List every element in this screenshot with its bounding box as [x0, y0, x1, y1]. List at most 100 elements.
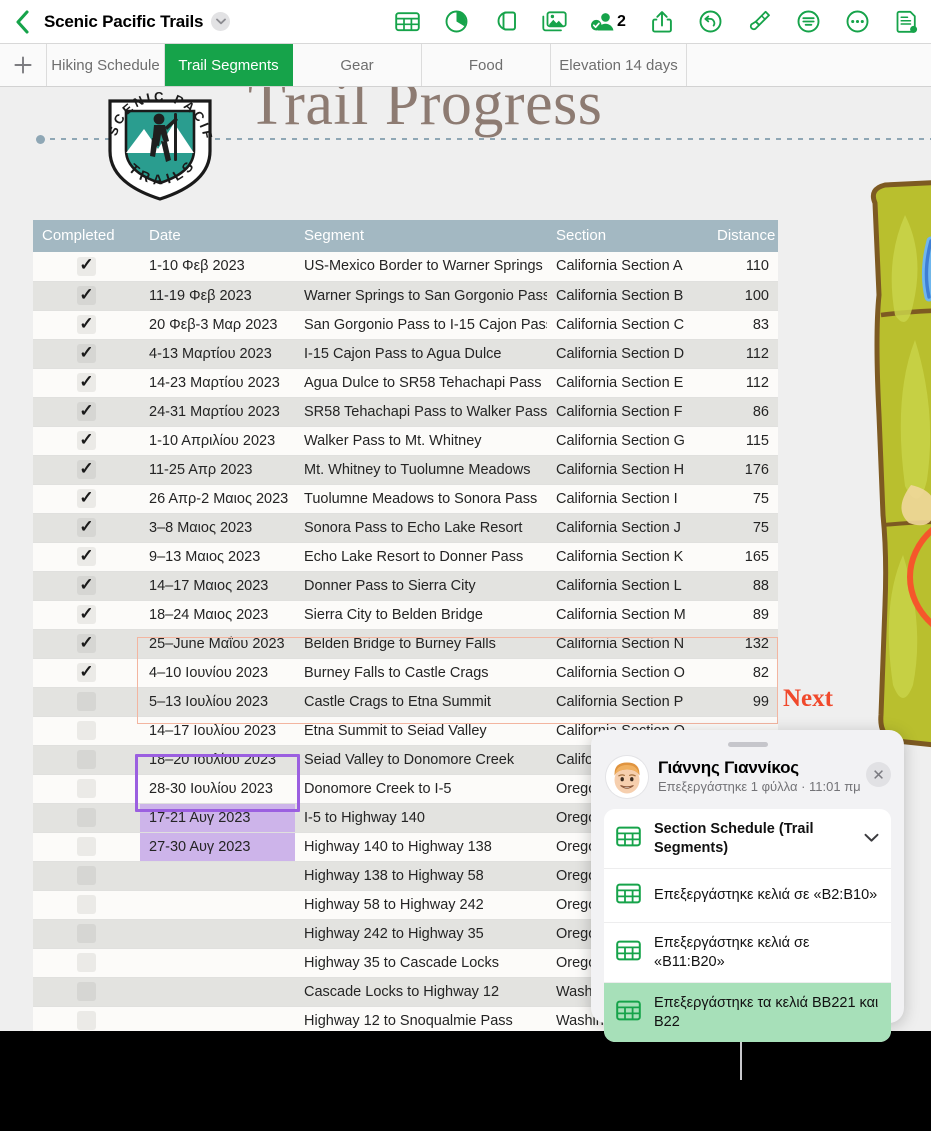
cell-section[interactable]: California Section L	[547, 571, 708, 601]
cell-distance[interactable]: 176	[708, 455, 778, 485]
cell-segment[interactable]: Tuolumne Meadows to Sonora Pass	[295, 484, 547, 514]
column-header-completed[interactable]: Completed	[33, 220, 140, 252]
share-button[interactable]	[637, 0, 686, 44]
cell-completed[interactable]	[33, 281, 140, 311]
table-row[interactable]: 14-23 Μαρτίου 2023Agua Dulce to SR58 Teh…	[33, 368, 778, 398]
cell-completed[interactable]	[33, 774, 140, 804]
cell-segment[interactable]: Highway 12 to Snoqualmie Pass	[295, 1006, 547, 1031]
checkbox-unchecked-icon[interactable]	[77, 924, 96, 943]
checkbox-checked-icon[interactable]	[77, 518, 96, 537]
activity-list-item[interactable]: Επεξεργάστηκε κελιά σε «B11:B20»	[604, 922, 891, 982]
cell-completed[interactable]	[33, 600, 140, 630]
cell-date[interactable]: 14–17 Μαιος 2023	[140, 571, 295, 601]
checkbox-unchecked-icon[interactable]	[77, 808, 96, 827]
activity-list-item[interactable]: Επεξεργάστηκε τα κελιά BB221 και B22	[604, 982, 891, 1043]
cell-distance[interactable]: 89	[708, 600, 778, 630]
cell-segment[interactable]: Belden Bridge to Burney Falls	[295, 629, 547, 659]
cell-segment[interactable]: Highway 242 to Highway 35	[295, 919, 547, 949]
cell-date[interactable]: 20 Φεβ-3 Μαρ 2023	[140, 310, 295, 340]
cell-completed[interactable]	[33, 252, 140, 282]
cell-segment[interactable]: Cascade Locks to Highway 12	[295, 977, 547, 1007]
checkbox-checked-icon[interactable]	[77, 634, 96, 653]
insert-shape-button[interactable]	[481, 0, 530, 44]
checkbox-unchecked-icon[interactable]	[77, 721, 96, 740]
tab-elevation-14-days[interactable]: Elevation 14 days	[551, 44, 687, 86]
tab-food[interactable]: Food	[422, 44, 551, 86]
scenic-pacific-trails-logo[interactable]: SCENIC PACIFIC TRAILS	[90, 87, 224, 203]
cell-date[interactable]	[140, 977, 295, 1007]
cell-segment[interactable]: Etna Summit to Seiad Valley	[295, 716, 547, 746]
cell-distance[interactable]: 75	[708, 513, 778, 543]
cell-completed[interactable]	[33, 803, 140, 833]
column-header-segment[interactable]: Segment	[295, 220, 547, 252]
cell-distance[interactable]: 88	[708, 571, 778, 601]
checkbox-checked-icon[interactable]	[77, 489, 96, 508]
cell-date[interactable]: 17-21 Αυγ 2023	[140, 803, 295, 833]
checkbox-checked-icon[interactable]	[77, 373, 96, 392]
cell-completed[interactable]	[33, 745, 140, 775]
cell-date[interactable]: 1-10 Απριλίου 2023	[140, 426, 295, 456]
collaborate-button[interactable]: 2	[579, 0, 637, 44]
cell-completed[interactable]	[33, 542, 140, 572]
cell-date[interactable]: 14-23 Μαρτίου 2023	[140, 368, 295, 398]
format-button[interactable]	[735, 0, 784, 44]
table-row[interactable]: 24-31 Μαρτίου 2023SR58 Tehachapi Pass to…	[33, 397, 778, 427]
cell-segment[interactable]: Echo Lake Resort to Donner Pass	[295, 542, 547, 572]
cell-completed[interactable]	[33, 426, 140, 456]
cell-completed[interactable]	[33, 832, 140, 862]
cell-segment[interactable]: Warner Springs to San Gorgonio Pass	[295, 281, 547, 311]
cell-date[interactable]: 4–10 Ιουνίου 2023	[140, 658, 295, 688]
cell-segment[interactable]: Sonora Pass to Echo Lake Resort	[295, 513, 547, 543]
cell-date[interactable]: 4-13 Μαρτίου 2023	[140, 339, 295, 369]
cell-section[interactable]: California Section O	[547, 658, 708, 688]
cell-segment[interactable]: Highway 138 to Highway 58	[295, 861, 547, 891]
insert-media-button[interactable]	[530, 0, 579, 44]
cell-completed[interactable]	[33, 484, 140, 514]
table-row[interactable]: 4–10 Ιουνίου 2023Burney Falls to Castle …	[33, 658, 778, 688]
cell-distance[interactable]: 83	[708, 310, 778, 340]
checkbox-unchecked-icon[interactable]	[77, 779, 96, 798]
document-options-button[interactable]	[882, 0, 931, 44]
cell-completed[interactable]	[33, 919, 140, 949]
cell-segment[interactable]: Seiad Valley to Donomore Creek	[295, 745, 547, 775]
organize-button[interactable]	[784, 0, 833, 44]
cell-date[interactable]	[140, 890, 295, 920]
cell-date[interactable]: 9–13 Μαιος 2023	[140, 542, 295, 572]
cell-distance[interactable]: 99	[708, 687, 778, 717]
column-header-date[interactable]: Date	[140, 220, 295, 252]
drag-handle-icon[interactable]	[727, 742, 768, 747]
trail-map-illustration[interactable]: WA C	[845, 175, 931, 750]
cell-completed[interactable]	[33, 513, 140, 543]
activity-popover[interactable]: Γιάννης Γιαννίκος Επεξεργάστηκε 1 φύλλα …	[591, 730, 904, 1043]
add-sheet-button[interactable]	[0, 44, 47, 86]
cell-section[interactable]: California Section C	[547, 310, 708, 340]
table-row[interactable]: 1-10 Φεβ 2023US-Mexico Border to Warner …	[33, 252, 778, 282]
table-row[interactable]: 3–8 Μαιος 2023Sonora Pass to Echo Lake R…	[33, 513, 778, 543]
table-row[interactable]: 20 Φεβ-3 Μαρ 2023San Gorgonio Pass to I-…	[33, 310, 778, 340]
cell-segment[interactable]: Sierra City to Belden Bridge	[295, 600, 547, 630]
checkbox-checked-icon[interactable]	[77, 663, 96, 682]
cell-segment[interactable]: San Gorgonio Pass to I-15 Cajon Pass	[295, 310, 547, 340]
close-icon[interactable]: ✕	[866, 762, 891, 787]
table-row[interactable]: 5–13 Ιουλίου 2023 Castle Crags to Etna Su…	[33, 687, 778, 717]
table-row[interactable]: 25–June Μαΐου 2023Belden Bridge to Burne…	[33, 629, 778, 659]
cell-distance[interactable]: 115	[708, 426, 778, 456]
checkbox-checked-icon[interactable]	[77, 344, 96, 363]
cell-section[interactable]: California Section M	[547, 600, 708, 630]
checkbox-checked-icon[interactable]	[77, 547, 96, 566]
cell-date[interactable]: 28-30 Ιουλίου 2023	[140, 774, 295, 804]
checkbox-unchecked-icon[interactable]	[77, 1011, 96, 1030]
cell-section[interactable]: California Section E	[547, 368, 708, 398]
table-row[interactable]: 18–24 Μαιος 2023Sierra City to Belden Br…	[33, 600, 778, 630]
checkbox-checked-icon[interactable]	[77, 431, 96, 450]
undo-button[interactable]	[686, 0, 735, 44]
checkbox-unchecked-icon[interactable]	[77, 866, 96, 885]
cell-segment[interactable]: Donomore Creek to I-5	[295, 774, 547, 804]
cell-completed[interactable]	[33, 861, 140, 891]
tab-hiking-schedule[interactable]: Hiking Schedule	[47, 44, 165, 86]
cell-completed[interactable]	[33, 339, 140, 369]
cell-date[interactable]: 24-31 Μαρτίου 2023	[140, 397, 295, 427]
cell-date[interactable]: 18–20 Ιουλίου 2023	[140, 745, 295, 775]
cell-date[interactable]: 5–13 Ιουλίου 2023	[140, 687, 295, 717]
back-button[interactable]	[0, 0, 44, 44]
